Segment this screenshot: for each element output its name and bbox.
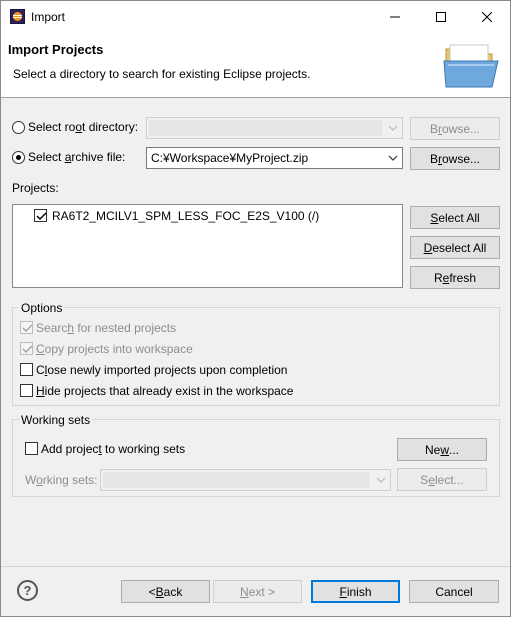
root-directory-radio[interactable] — [12, 121, 25, 134]
browse-root-button[interactable]: Br owse... — [410, 117, 500, 140]
back-button[interactable]: < Back — [121, 580, 210, 603]
list-item[interactable]: RA6T2_MCILV1_SPM_LESS_FOC_E2S_V100 (/) — [13, 207, 402, 225]
close-button[interactable] — [464, 1, 510, 32]
next-button[interactable]: Next > — [213, 580, 302, 603]
project-name: RA6T2_MCILV1_SPM_LESS_FOC_E2S_V100 (/) — [52, 209, 320, 223]
archive-file-radio[interactable] — [12, 151, 25, 164]
add-to-working-sets-checkbox[interactable] — [25, 442, 38, 455]
copy-projects-label: Copy projects into workspace — [36, 342, 193, 356]
hide-existing-label[interactable]: Hide projects that already exist in the … — [36, 384, 293, 398]
projects-label: Projects: — [12, 181, 59, 195]
title-bar: Import — [1, 1, 510, 33]
finish-button[interactable]: Finish — [311, 580, 400, 603]
hide-existing-checkbox[interactable] — [20, 384, 33, 397]
close-imported-checkbox[interactable] — [20, 363, 33, 376]
search-nested-checkbox[interactable] — [20, 321, 33, 334]
options-title: Options — [19, 301, 65, 315]
deselect-all-button[interactable]: Deselect All — [410, 236, 500, 259]
maximize-button[interactable] — [418, 1, 464, 32]
page-title: Import Projects — [8, 42, 104, 57]
archive-file-combo[interactable]: C:¥Workspace¥MyProject.zip — [146, 147, 403, 169]
projects-list[interactable]: RA6T2_MCILV1_SPM_LESS_FOC_E2S_V100 (/) — [12, 204, 403, 288]
chevron-down-icon — [388, 155, 398, 161]
project-checkbox[interactable] — [34, 209, 47, 222]
root-directory-combo[interactable] — [146, 117, 403, 139]
archive-file-value: C:¥Workspace¥MyProject.zip — [151, 151, 309, 165]
copy-projects-checkbox[interactable] — [20, 342, 33, 355]
wizard-header: Import Projects Select a directory to se… — [1, 33, 510, 98]
archive-file-label[interactable]: Select archive file: — [28, 150, 125, 164]
working-sets-label: Working sets: — [25, 473, 98, 487]
search-nested-label: Search for nested projects — [36, 321, 177, 335]
add-to-working-sets-label[interactable]: Add project to working sets — [41, 442, 185, 456]
chevron-down-icon — [376, 477, 386, 483]
cancel-button[interactable]: Cancel — [409, 580, 499, 603]
close-icon — [482, 11, 492, 22]
minimize-icon — [390, 16, 400, 17]
chevron-down-icon — [388, 125, 398, 131]
help-icon[interactable]: ? — [17, 580, 38, 601]
eclipse-app-icon — [10, 9, 25, 24]
select-working-set-button[interactable]: Se lect... — [397, 468, 487, 491]
footer-separator — [1, 566, 510, 567]
import-dialog: Import Import Projects Select a director… — [0, 0, 511, 617]
minimize-button[interactable] — [372, 1, 418, 32]
folder-icon — [443, 44, 499, 88]
new-working-set-button[interactable]: Ne w... — [397, 438, 487, 461]
browse-archive-button[interactable]: Br owse... — [410, 147, 500, 170]
root-directory-label[interactable]: Select root directory: — [28, 120, 138, 134]
page-description: Select a directory to search for existin… — [13, 67, 311, 81]
close-imported-label[interactable]: Close newly imported projects upon compl… — [36, 363, 287, 377]
working-sets-title: Working sets — [19, 413, 93, 427]
maximize-icon — [436, 11, 446, 22]
select-all-button[interactable]: Select All — [410, 206, 500, 229]
window-title: Import — [31, 10, 66, 24]
refresh-button[interactable]: Re fresh — [410, 266, 500, 289]
working-sets-combo[interactable] — [100, 469, 391, 491]
